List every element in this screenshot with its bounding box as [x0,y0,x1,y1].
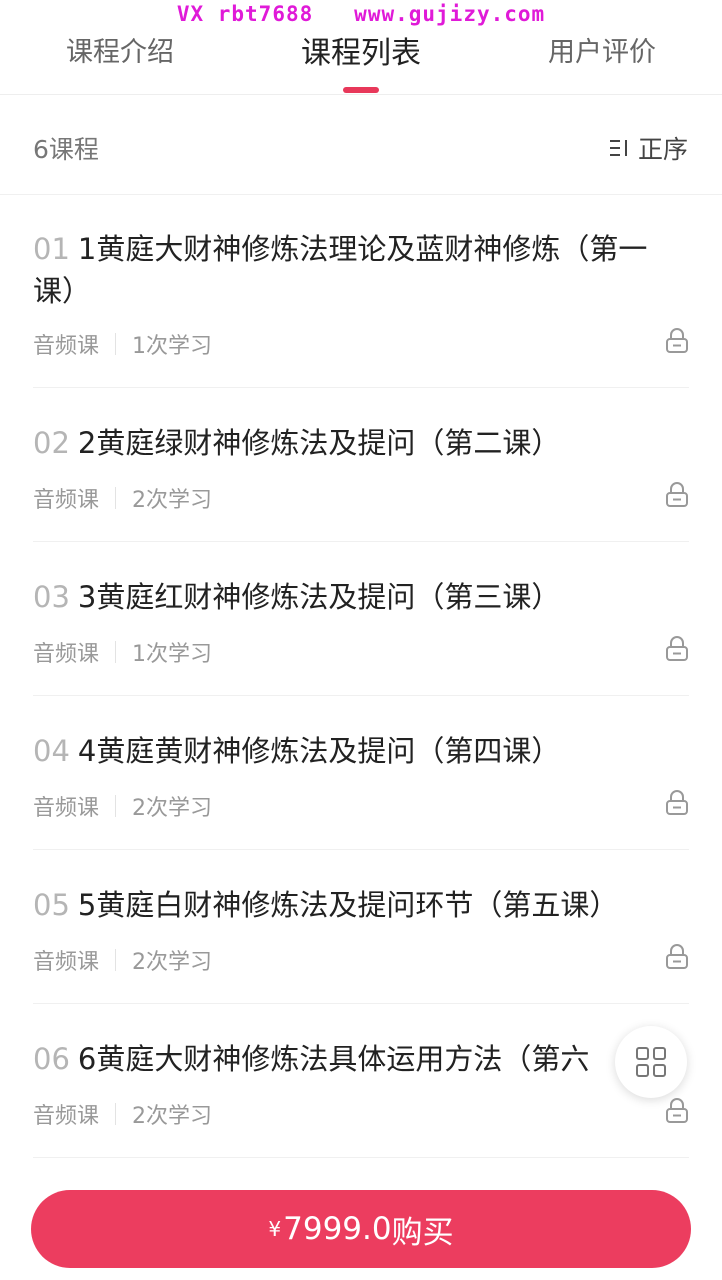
course-type: 音频课 [33,334,100,359]
lock-icon [666,328,688,353]
list-header: 6课程 正序 [0,94,722,195]
course-type: 音频课 [33,1104,100,1129]
sort-toggle[interactable]: 正序 [608,130,688,166]
price: 7999.0 [283,1211,392,1247]
course-learned: 2次学习 [132,1104,213,1129]
course-title: 6黄庭大财神修炼法具体运用方法（第六 [77,1042,590,1076]
lock-icon [666,482,688,507]
active-tab-indicator [343,87,379,93]
tab-user-reviews[interactable]: 用户评价 [482,30,722,69]
course-index: 05 [33,888,70,922]
course-learned: 2次学习 [132,950,213,975]
course-title: 4黄庭黄财神修炼法及提问（第四课） [77,734,561,768]
course-type: 音频课 [33,796,100,821]
sort-label: 正序 [637,135,688,164]
course-title: 1黄庭大财神修炼法理论及蓝财神修炼（第一课） [33,232,648,308]
course-count: 6课程 [33,135,99,164]
tab-course-list[interactable]: 课程列表 [241,28,481,72]
course-meta: 音频课 1次学习 [33,328,212,360]
course-type: 音频课 [33,950,100,975]
course-index: 02 [33,426,70,460]
lock-icon [666,1098,688,1123]
divider [115,487,117,509]
lock-icon [666,790,688,815]
course-meta: 音频课 2次学习 [33,944,212,976]
grid-icon [636,1047,666,1077]
course-index: 06 [33,1042,70,1076]
lock-icon [666,636,688,661]
course-item[interactable]: 06 6黄庭大财神修炼法具体运用方法（第六 音频课 2次学习 [33,1004,689,1158]
course-learned: 1次学习 [132,334,213,359]
divider [115,1103,117,1125]
course-title: 5黄庭白财神修炼法及提问环节（第五课） [77,888,619,922]
course-meta: 音频课 1次学习 [33,636,212,668]
course-index: 04 [33,734,70,768]
course-item[interactable]: 01 1黄庭大财神修炼法理论及蓝财神修炼（第一课） 音频课 1次学习 [33,194,689,388]
course-title: 2黄庭绿财神修炼法及提问（第二课） [77,426,561,460]
course-learned: 2次学习 [132,488,213,513]
course-meta: 音频课 2次学习 [33,482,212,514]
buy-label: 购买 [391,1214,454,1251]
course-meta: 音频课 2次学习 [33,1098,212,1130]
lock-icon [666,944,688,969]
course-title: 3黄庭红财神修炼法及提问（第三课） [77,580,561,614]
course-type: 音频课 [33,488,100,513]
course-learned: 2次学习 [132,796,213,821]
course-item[interactable]: 03 3黄庭红财神修炼法及提问（第三课） 音频课 1次学习 [33,542,689,696]
watermark-text: VX rbt7688 www.gujizy.com [176,2,546,26]
course-type: 音频课 [33,642,100,667]
course-learned: 1次学习 [132,642,213,667]
course-item[interactable]: 05 5黄庭白财神修炼法及提问环节（第五课） 音频课 2次学习 [33,850,689,1004]
currency-symbol: ¥ [268,1217,282,1241]
sort-icon [609,140,627,156]
course-item[interactable]: 04 4黄庭黄财神修炼法及提问（第四课） 音频课 2次学习 [33,696,689,850]
divider [115,795,117,817]
course-item[interactable]: 02 2黄庭绿财神修炼法及提问（第二课） 音频课 2次学习 [33,388,689,542]
divider [115,333,117,355]
buy-button[interactable]: ¥7999.0 购买 [31,1190,691,1268]
divider [115,641,117,663]
course-index: 03 [33,580,70,614]
course-index: 01 [33,232,70,266]
course-meta: 音频课 2次学习 [33,790,212,822]
menu-fab-button[interactable] [615,1026,687,1098]
divider [115,949,117,971]
tab-course-intro[interactable]: 课程介绍 [0,30,240,69]
